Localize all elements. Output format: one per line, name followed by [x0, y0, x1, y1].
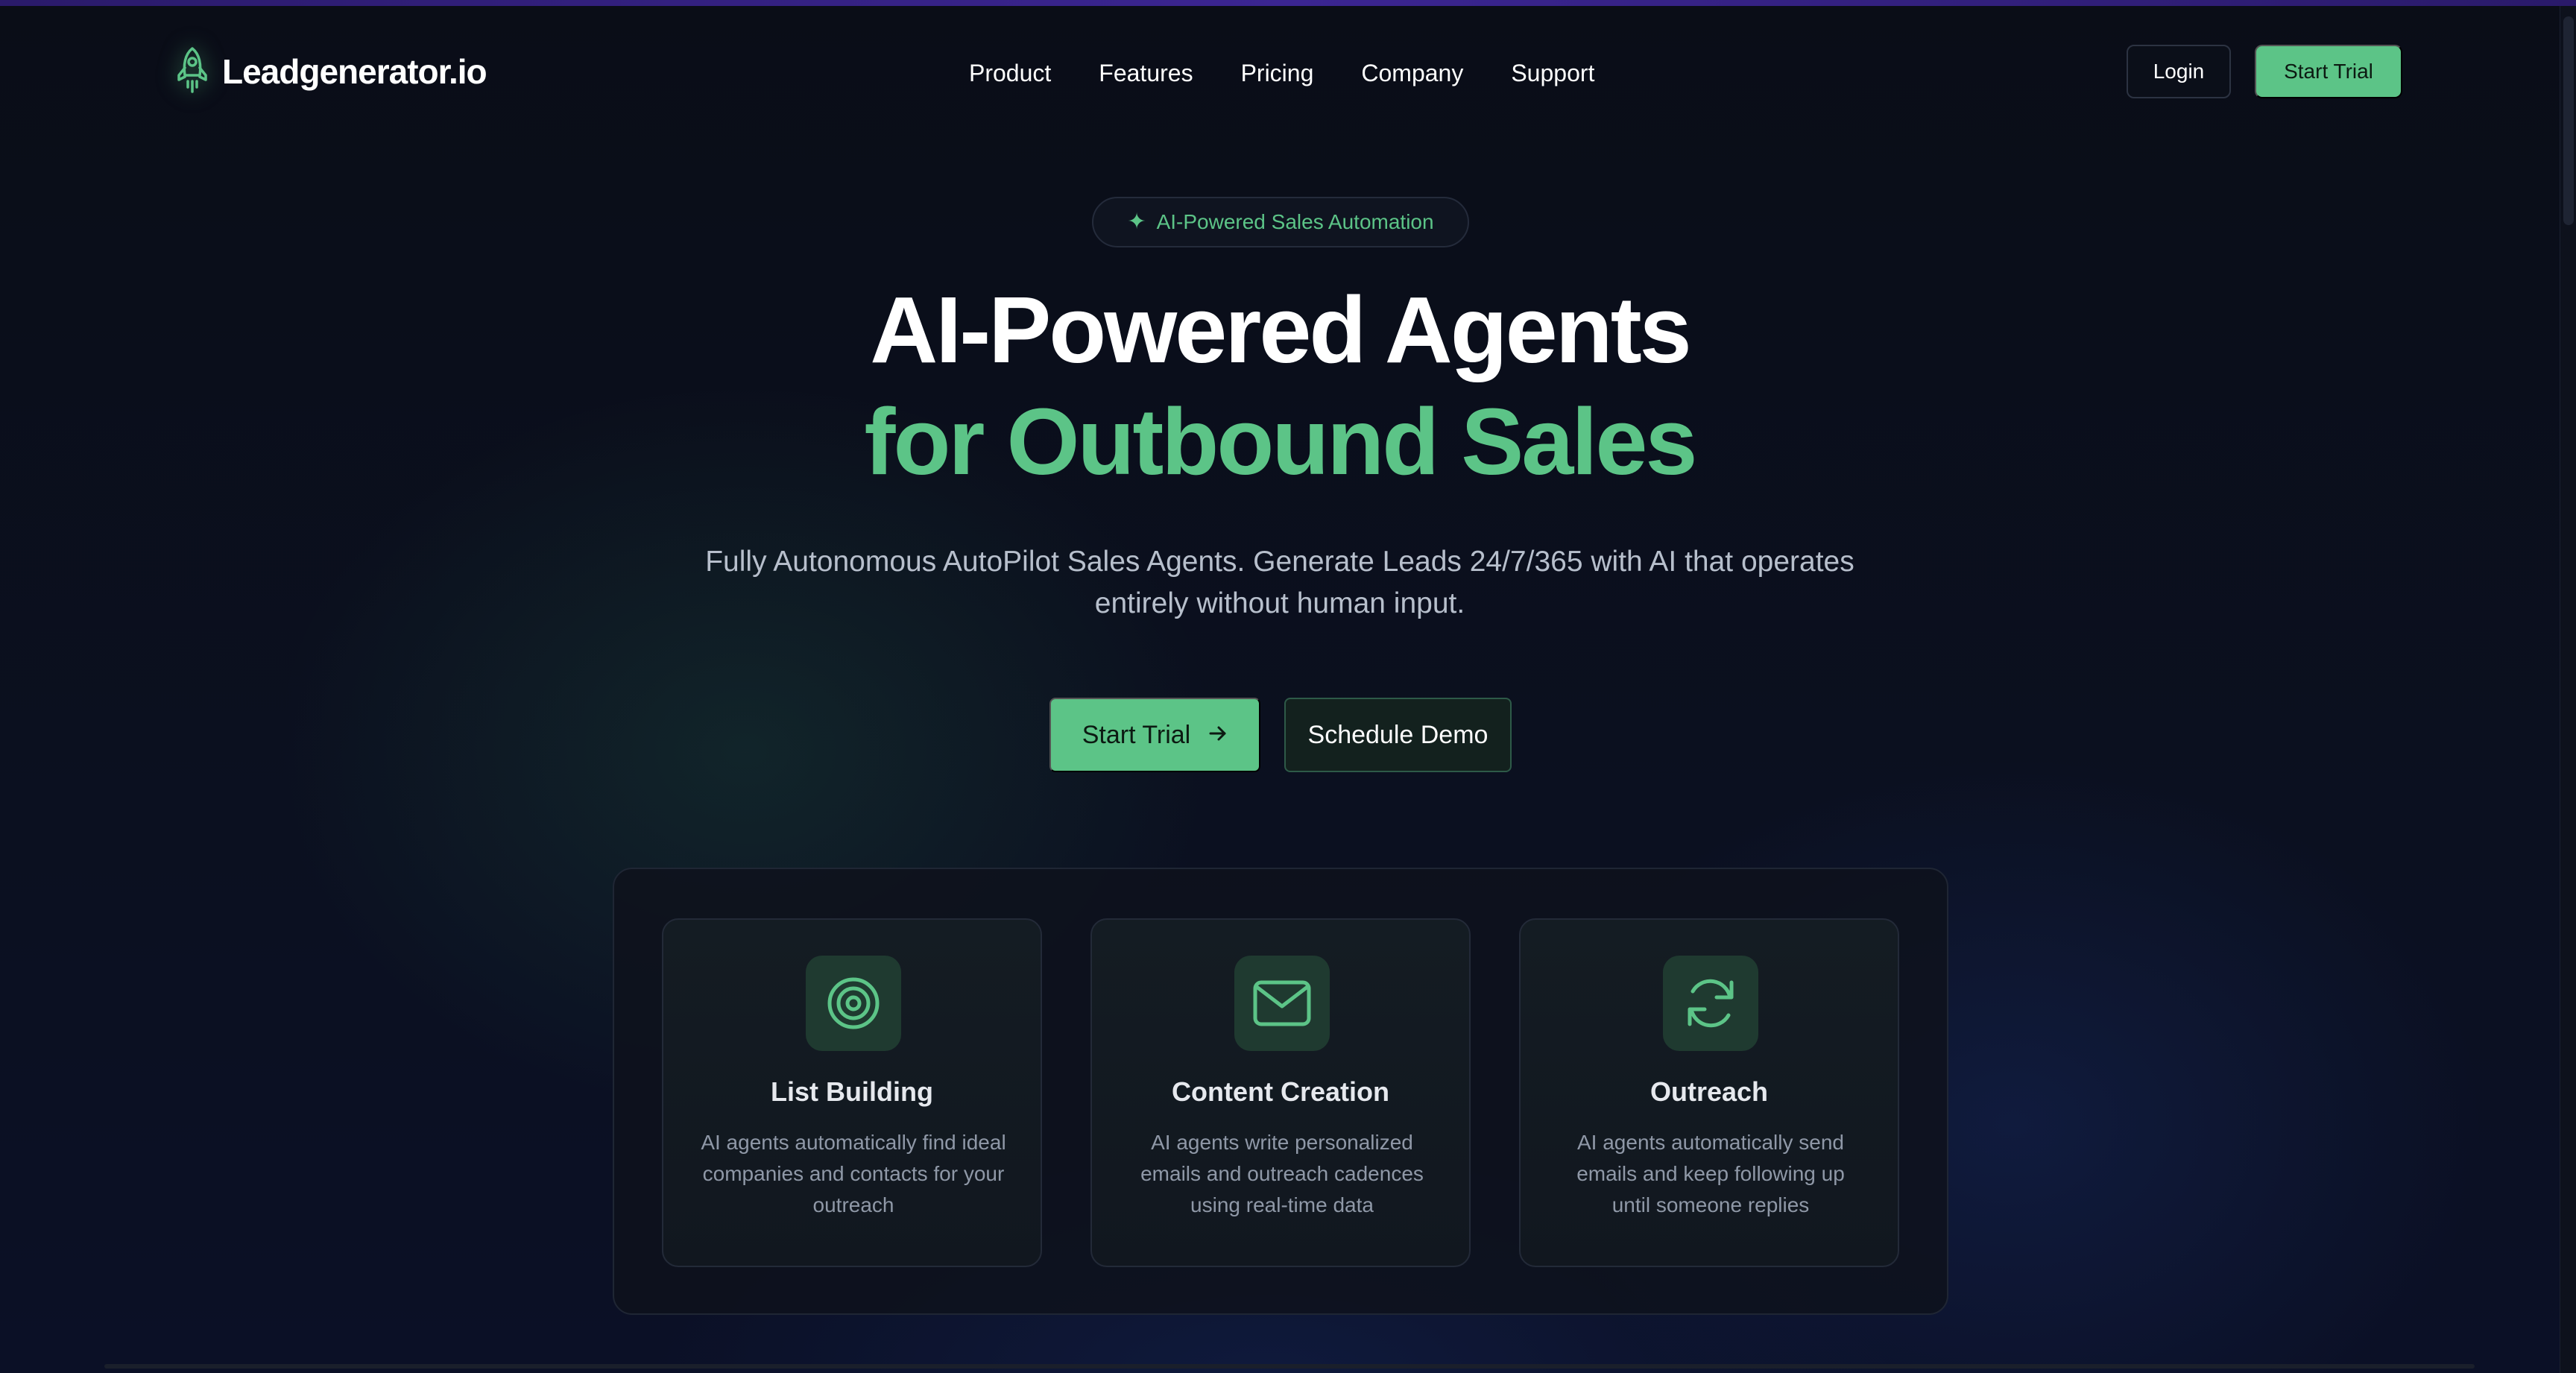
hero-title-line-1: AI-Powered Agents: [870, 277, 1692, 382]
top-navigation: Leadgenerator.io Product Features Pricin…: [0, 6, 2560, 137]
nav-link-features[interactable]: Features: [1099, 60, 1193, 87]
hero-title-line-2: for Outbound Sales: [864, 389, 1697, 494]
nav-link-company[interactable]: Company: [1361, 60, 1463, 87]
login-button[interactable]: Login: [2127, 45, 2231, 98]
feature-title: Outreach: [1650, 1076, 1769, 1107]
hero-subtitle: Fully Autonomous AutoPilot Sales Agents.…: [705, 546, 1854, 619]
feature-card-list-building: List Building AI agents automatically fi…: [662, 918, 1042, 1267]
feature-description: AI agents automatically find ideal compa…: [701, 1131, 1006, 1216]
top-accent-bar: [0, 0, 2576, 6]
mail-icon: [1234, 956, 1330, 1051]
nav-link-support[interactable]: Support: [1511, 60, 1594, 87]
rocket-icon: [170, 43, 215, 100]
start-trial-hero-button[interactable]: Start Trial: [1049, 698, 1260, 772]
hero-badge: ✦ AI-Powered Sales Automation: [1092, 197, 1469, 247]
sparkle-icon: ✦: [1127, 209, 1146, 234]
scrollbar-thumb[interactable]: [2563, 16, 2574, 225]
feature-description: AI agents automatically send emails and …: [1576, 1131, 1845, 1216]
target-icon: [806, 956, 901, 1051]
feature-description: AI agents write personalized emails and …: [1140, 1131, 1424, 1216]
scrollbar[interactable]: [2560, 6, 2576, 1373]
brand-logo[interactable]: Leadgenerator.io: [170, 43, 487, 100]
schedule-demo-button[interactable]: Schedule Demo: [1284, 698, 1512, 772]
feature-card-outreach: Outreach AI agents automatically send em…: [1519, 918, 1899, 1267]
brand-name: Leadgenerator.io: [222, 52, 487, 91]
refresh-icon: [1663, 956, 1758, 1051]
feature-card-content-creation: Content Creation AI agents write persona…: [1090, 918, 1471, 1267]
feature-title: Content Creation: [1172, 1076, 1389, 1107]
start-trial-hero-label: Start Trial: [1082, 720, 1191, 749]
features-panel: List Building AI agents automatically fi…: [613, 868, 1948, 1315]
nav-link-pricing[interactable]: Pricing: [1241, 60, 1314, 87]
nav-links: Product Features Pricing Company Support: [969, 51, 1594, 95]
arrow-right-icon: [1208, 721, 1228, 750]
start-trial-nav-button[interactable]: Start Trial: [2255, 45, 2402, 98]
hero-badge-label: AI-Powered Sales Automation: [1156, 210, 1434, 233]
bottom-divider: [104, 1364, 2475, 1369]
feature-title: List Building: [771, 1076, 933, 1107]
nav-link-product[interactable]: Product: [969, 60, 1051, 87]
